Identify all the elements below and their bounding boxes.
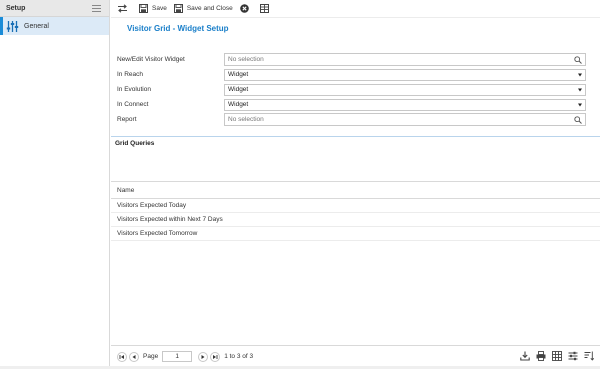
- form-row-visitor-widget: New/Edit Visitor Widget No selection: [117, 52, 589, 67]
- pager: Page 1 1 to 3 of 3: [111, 348, 600, 365]
- select-value: Widget: [228, 71, 249, 78]
- select-value: Widget: [228, 101, 249, 108]
- report-lookup[interactable]: No selection: [224, 113, 586, 126]
- previous-page-button[interactable]: [129, 351, 139, 362]
- section-divider: [111, 136, 600, 137]
- hamburger-menu-icon[interactable]: [92, 4, 101, 12]
- lookup-placeholder: No selection: [228, 56, 264, 63]
- columns-button[interactable]: [259, 4, 273, 13]
- main-panel: Save Save and Close Visitor Grid - Widge…: [111, 0, 600, 369]
- save-and-close-label: Save and Close: [186, 5, 233, 12]
- chevron-right-icon: [201, 354, 205, 359]
- toolbar: Save Save and Close: [111, 0, 600, 18]
- table-row[interactable]: Visitors Expected Tomorrow: [111, 227, 600, 241]
- field-label: In Connect: [117, 101, 149, 108]
- cancel-button[interactable]: [239, 4, 253, 13]
- first-page-icon: [119, 354, 124, 359]
- last-page-button[interactable]: [210, 351, 221, 362]
- select-value: Widget: [228, 86, 249, 93]
- form-row-report: Report No selection: [117, 112, 589, 127]
- sidebar-title: Setup: [6, 4, 26, 12]
- lookup-placeholder: No selection: [228, 116, 264, 123]
- table-cell: Visitors Expected Today: [117, 202, 187, 209]
- settings-sliders-icon: [568, 351, 578, 361]
- sliders-icon: [5, 19, 19, 33]
- search-icon[interactable]: [574, 55, 582, 64]
- field-label: New/Edit Visitor Widget: [117, 56, 185, 63]
- table-row[interactable]: Visitors Expected Today: [111, 199, 600, 213]
- save-and-close-button[interactable]: Save and Close: [173, 4, 233, 13]
- grid-tools: [514, 351, 594, 361]
- caret-down-icon: [578, 88, 582, 91]
- in-connect-select[interactable]: Widget: [224, 98, 586, 111]
- table-row[interactable]: Visitors Expected within Next 7 Days: [111, 213, 600, 227]
- sidebar-header: Setup: [0, 0, 109, 17]
- printer-icon: [536, 351, 546, 361]
- search-icon[interactable]: [574, 115, 582, 124]
- filter-settings-button[interactable]: [568, 351, 578, 361]
- save-button[interactable]: Save: [139, 4, 167, 13]
- download-icon: [520, 351, 530, 361]
- page-number-input[interactable]: 1: [162, 351, 193, 362]
- grid-title: Grid Queries: [115, 140, 155, 147]
- in-reach-select[interactable]: Widget: [224, 68, 586, 81]
- column-header-name[interactable]: Name: [111, 182, 600, 199]
- form-row-in-connect: In Connect Widget: [117, 97, 589, 112]
- sidebar: Setup General: [0, 0, 110, 369]
- sort-icon: [584, 351, 594, 361]
- sidebar-item-label: General: [24, 22, 49, 30]
- swap-button[interactable]: [117, 4, 132, 13]
- form-row-in-reach: In Reach Widget: [117, 67, 589, 82]
- save-close-disk-icon: [173, 4, 183, 13]
- page-title: Visitor Grid - Widget Setup: [127, 24, 229, 33]
- close-circle-icon: [239, 4, 249, 13]
- columns-icon: [552, 351, 562, 361]
- widget-setup-form: New/Edit Visitor Widget No selection In …: [117, 52, 589, 127]
- next-page-button[interactable]: [198, 351, 209, 362]
- first-page-button[interactable]: [117, 351, 127, 362]
- save-button-label: Save: [152, 5, 167, 12]
- swap-arrows-icon: [118, 4, 127, 13]
- sidebar-item-general[interactable]: General: [0, 17, 109, 35]
- field-label: In Reach: [117, 71, 144, 78]
- last-page-icon: [213, 354, 218, 359]
- app-window: Setup General Save Save and Close Visito…: [0, 0, 600, 369]
- caret-down-icon: [578, 103, 582, 106]
- caret-down-icon: [578, 73, 582, 76]
- save-disk-icon: [139, 4, 148, 13]
- sort-button[interactable]: [584, 351, 594, 361]
- page-label: Page: [143, 353, 159, 360]
- table-cell: Visitors Expected Tomorrow: [117, 230, 198, 237]
- table-cell: Visitors Expected within Next 7 Days: [117, 216, 223, 223]
- column-chooser-button[interactable]: [552, 351, 562, 361]
- in-evolution-select[interactable]: Widget: [224, 83, 586, 96]
- chevron-left-icon: [132, 354, 136, 359]
- export-download-button[interactable]: [520, 351, 530, 361]
- grid-queries-table: Name Visitors Expected Today Visitors Ex…: [111, 181, 600, 346]
- visitor-widget-lookup[interactable]: No selection: [224, 53, 586, 66]
- columns-icon: [259, 4, 269, 13]
- field-label: In Evolution: [117, 86, 151, 93]
- field-label: Report: [117, 116, 137, 123]
- page-info: 1 to 3 of 3: [224, 353, 254, 360]
- form-row-in-evolution: In Evolution Widget: [117, 82, 589, 97]
- print-button[interactable]: [536, 351, 546, 361]
